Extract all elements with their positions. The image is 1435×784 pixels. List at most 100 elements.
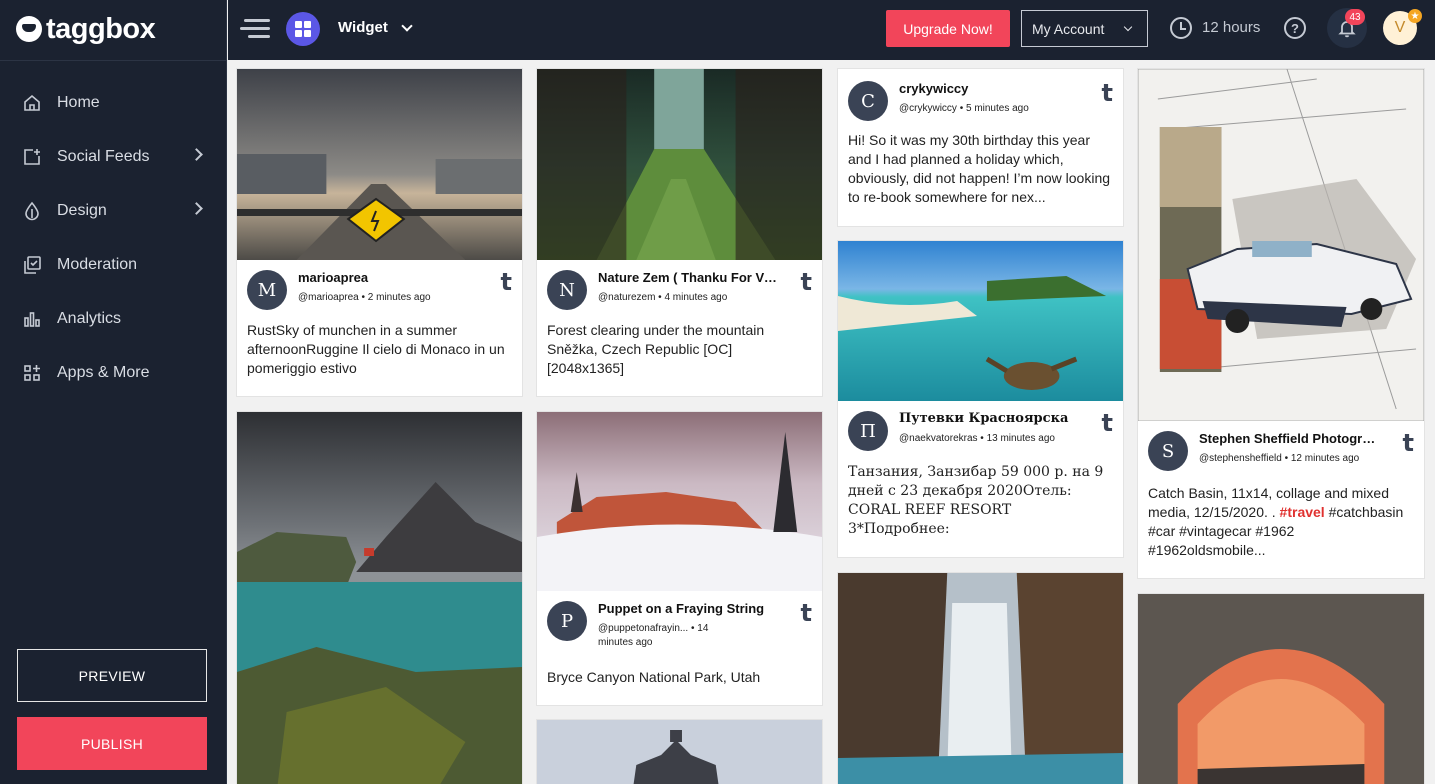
author-name[interactable]: Nature Zem ( Thanku For Vi... [598,270,778,285]
hashtag-link[interactable]: #travel [1280,504,1325,520]
apps-grid-icon [24,365,40,381]
post-card[interactable]: П Путевки Красноярска @naekvatorekras • … [837,240,1124,558]
tumblr-icon[interactable]: t [1403,429,1414,457]
author-handle-time: @marioaprea • 2 minutes ago [298,292,431,303]
tumblr-icon[interactable]: t [801,268,812,296]
author-handle-time: @puppetonafrayin... • 14 minutes ago [598,623,709,648]
feed-grid: M marioaprea @marioaprea • 2 minutes ago… [228,60,1435,784]
tumblr-icon[interactable]: t [1102,409,1113,437]
taggbox-logo-icon [16,16,42,42]
widget-icon [286,12,320,46]
sidebar: taggbox Home Social Feeds Design Moderat… [0,0,227,784]
post-header: M marioaprea @marioaprea • 2 minutes ago… [247,268,512,318]
chevron-right-icon [190,148,203,161]
post-image-railway[interactable] [237,69,522,260]
post-header: П Путевки Красноярска @naekvatorekras • … [848,409,1113,459]
author-handle-time: @naekvatorekras • 13 minutes ago [899,433,1055,444]
time-remaining: 12 hours [1202,19,1261,36]
sidebar-item-label: Apps & More [57,364,150,381]
author-avatar[interactable]: C [848,81,888,121]
my-account-label: My Account [1032,20,1105,37]
author-handle-time: @crykywiccy • 5 minutes ago [899,103,1029,114]
sidebar-item-apps-more[interactable]: Apps & More [0,346,227,400]
post-card[interactable] [1137,593,1425,784]
post-card[interactable]: N Nature Zem ( Thanku For Vi... @naturez… [536,68,823,397]
author-avatar[interactable]: S [1148,431,1188,471]
sidebar-item-label: Social Feeds [57,148,150,165]
sidebar-item-home[interactable]: Home [0,76,227,130]
post-card[interactable]: S Stephen Sheffield Photogra... @stephen… [1137,68,1425,579]
sidebar-item-label: Moderation [57,256,138,273]
author-avatar[interactable]: M [247,270,287,310]
chevron-right-icon [190,202,203,215]
post-image-waterfall[interactable] [838,573,1123,784]
widget-selector[interactable]: Widget [338,19,388,36]
post-image-iceland-coast[interactable] [237,412,522,784]
sidebar-item-design[interactable]: Design [0,184,227,238]
author-handle-time: @stephensheffield • 12 minutes ago [1199,453,1360,464]
tumblr-icon[interactable]: t [801,599,812,627]
post-text: RustSky of munchen in a summer afternoon… [247,322,505,376]
sidebar-item-label: Design [57,202,107,219]
author-avatar[interactable]: П [848,411,888,451]
tumblr-icon[interactable]: t [1102,79,1113,107]
bar-chart-icon [24,312,40,327]
menu-toggle-icon[interactable] [240,17,270,41]
author-name[interactable]: marioaprea [298,270,478,285]
post-header: P Puppet on a Fraying String @puppetonaf… [547,599,812,649]
app-window: taggbox Home Social Feeds Design Moderat… [0,0,1435,784]
post-card[interactable]: P Puppet on a Fraying String @puppetonaf… [536,411,823,706]
author-avatar[interactable]: N [547,270,587,310]
upgrade-now-button[interactable]: Upgrade Now! [886,10,1010,47]
post-image-collage-car[interactable] [1138,69,1424,421]
sidebar-nav: Home Social Feeds Design Moderation Anal… [0,76,227,400]
chevron-down-icon[interactable] [401,20,413,32]
post-text: Forest clearing under the mountain Sněžk… [547,322,765,376]
sidebar-item-moderation[interactable]: Moderation [0,238,227,292]
moderation-icon [24,256,41,274]
author-name[interactable]: Путевки Красноярска [899,411,1079,426]
publish-button[interactable]: PUBLISH [17,717,207,770]
post-card[interactable]: C crykywiccy @crykywiccy • 5 minutes ago… [837,68,1124,227]
drop-icon [25,201,39,221]
taggbox-logo[interactable]: taggbox [16,12,156,46]
author-handle-time: @naturezem • 4 minutes ago [598,292,728,303]
clock-icon [1170,17,1192,39]
author-name[interactable]: crykywiccy [899,81,1079,96]
post-text: Catch Basin, 11x14, collage and mixed me… [1148,484,1414,562]
post-header: S Stephen Sheffield Photogra... @stephen… [1148,429,1414,479]
logo-text: taggbox [46,12,156,45]
author-name[interactable]: Stephen Sheffield Photogra... [1199,431,1379,446]
chevron-down-icon [1123,22,1133,32]
post-card[interactable]: M marioaprea @marioaprea • 2 minutes ago… [236,68,523,397]
my-account-dropdown[interactable]: My Account [1021,10,1148,47]
home-icon [24,94,40,111]
post-image-building[interactable] [537,720,822,784]
post-header: N Nature Zem ( Thanku For Vi... @naturez… [547,268,812,318]
sidebar-item-label: Analytics [57,310,122,327]
sidebar-item-analytics[interactable]: Analytics [0,292,227,346]
post-text: Hi! So it was my 30th birthday this year… [848,132,1111,205]
sidebar-item-social-feeds[interactable]: Social Feeds [0,130,227,184]
post-card[interactable] [536,719,823,784]
preview-button[interactable]: PREVIEW [17,649,207,702]
author-name[interactable]: Puppet on a Fraying String [598,601,778,616]
topbar: Widget Upgrade Now! My Account 12 hours … [228,0,1435,60]
post-card[interactable] [236,411,523,784]
add-feed-icon [24,149,40,165]
notification-count-badge: 43 [1345,9,1365,25]
post-card[interactable] [837,572,1124,784]
sidebar-item-label: Home [57,94,100,111]
sidebar-divider [0,60,227,61]
tumblr-icon[interactable]: t [501,268,512,296]
post-image-bryce-canyon[interactable] [537,412,822,591]
author-avatar[interactable]: P [547,601,587,641]
post-header: C crykywiccy @crykywiccy • 5 minutes ago… [848,79,1113,129]
post-text: Танзания, Занзибар 59 000 р. на 9 дней с… [848,464,1113,541]
post-text: Bryce Canyon National Park, Utah [547,669,761,685]
star-icon: ★ [1408,9,1422,23]
post-image-turtle-beach[interactable] [838,241,1123,401]
post-image-forest[interactable] [537,69,822,260]
post-image-stone-arch[interactable] [1138,594,1424,784]
help-icon[interactable]: ? [1284,17,1306,39]
